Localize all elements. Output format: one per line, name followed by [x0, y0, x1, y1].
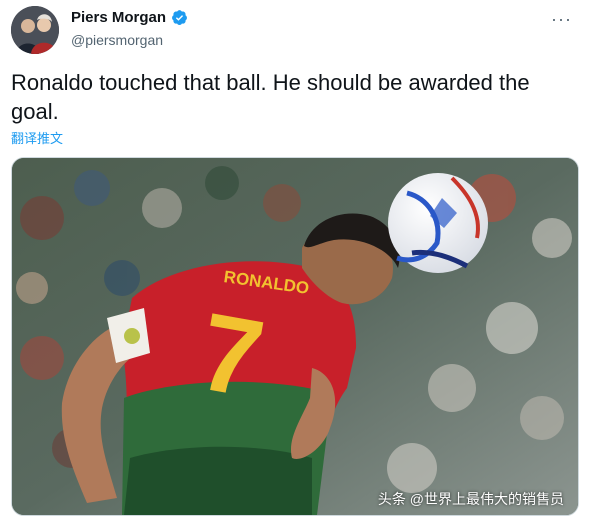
watermark-text: 头条 @世界上最伟大的销售员: [377, 491, 564, 507]
tweet-text: Ronaldo touched that ball. He should be …: [11, 70, 530, 124]
verified-badge-icon: [172, 10, 187, 25]
author-handle[interactable]: @piersmorgan: [71, 32, 163, 48]
football: [388, 173, 488, 273]
more-horizontal-icon[interactable]: ···: [551, 9, 572, 30]
author-name-row: Piers Morgan: [71, 9, 188, 26]
avatar[interactable]: [11, 6, 59, 54]
photo-ronaldo-header: RONALDO 7: [12, 158, 578, 515]
avatar-image: [11, 6, 59, 54]
tweet-media-image[interactable]: RONALDO 7 头条 @世界上最伟大的销售员: [11, 157, 579, 516]
author-display-name[interactable]: Piers Morgan: [71, 9, 166, 26]
translate-tweet-link[interactable]: 翻译推文: [11, 128, 63, 147]
